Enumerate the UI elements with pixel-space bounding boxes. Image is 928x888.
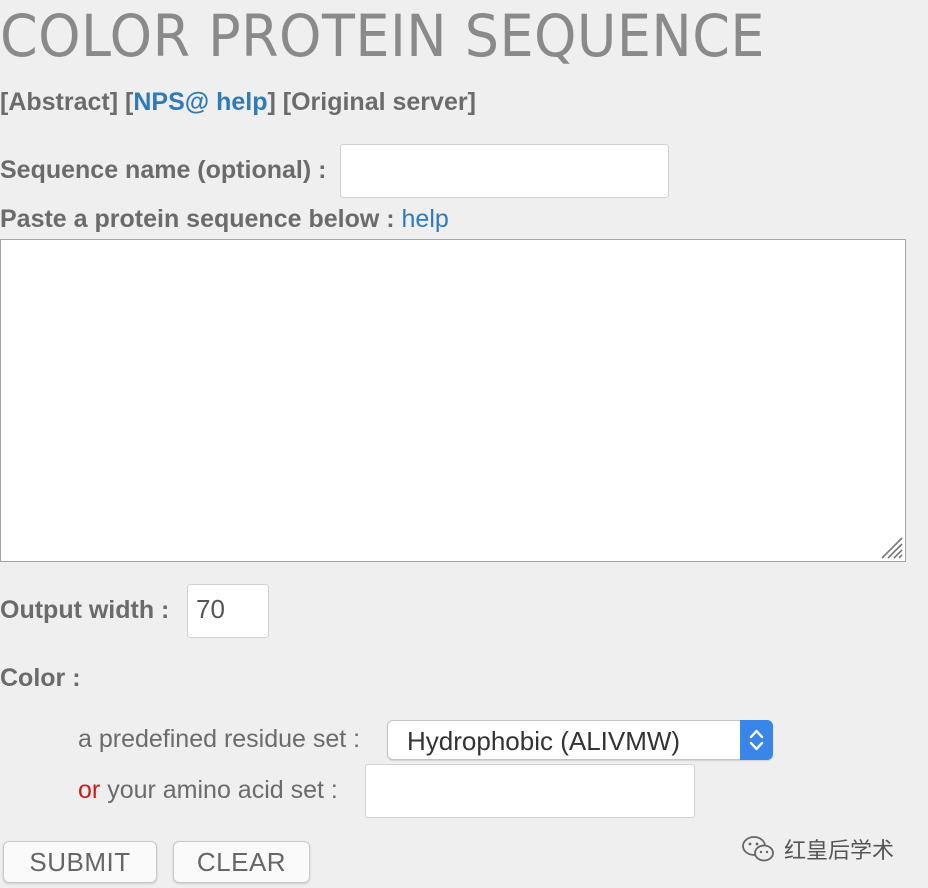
predefined-set-label: a predefined residue set : bbox=[78, 725, 361, 753]
sequence-textarea[interactable] bbox=[0, 239, 906, 562]
paste-sequence-text: Paste a protein sequence below : bbox=[0, 205, 395, 233]
output-width-label: Output width : bbox=[0, 596, 170, 624]
paste-help-link[interactable]: help bbox=[402, 205, 449, 233]
or-text: or bbox=[78, 776, 101, 804]
sequence-name-label: Sequence name (optional) : bbox=[0, 156, 327, 184]
chevron-updown-icon bbox=[749, 729, 764, 751]
sequence-name-input[interactable] bbox=[340, 144, 669, 198]
page: COLOR PROTEIN SEQUENCE [Abstract] [NPS@ … bbox=[0, 0, 928, 888]
bracket-separator: ] [ bbox=[267, 88, 292, 116]
residue-set-value: Hydrophobic (ALIVMW) bbox=[407, 726, 681, 756]
paste-sequence-label: Paste a protein sequence below : help bbox=[0, 205, 449, 234]
amino-acid-set-input[interactable] bbox=[365, 764, 695, 818]
bracket-separator: ] [ bbox=[109, 88, 134, 116]
watermark-text: 红皇后学术 bbox=[784, 838, 895, 863]
amino-acid-set-text: your amino acid set : bbox=[107, 776, 338, 804]
submit-button[interactable]: SUBMIT bbox=[3, 841, 157, 883]
select-arrows-icon[interactable] bbox=[740, 720, 773, 760]
amino-acid-set-label: or your amino acid set : bbox=[78, 776, 338, 805]
residue-set-select[interactable]: Hydrophobic (ALIVMW) bbox=[387, 720, 773, 760]
wechat-icon bbox=[742, 836, 774, 862]
header-links: [Abstract] [NPS@ help] [Original server] bbox=[0, 88, 476, 117]
page-title: COLOR PROTEIN SEQUENCE bbox=[0, 2, 765, 70]
output-width-input[interactable]: 70 bbox=[187, 584, 269, 638]
watermark: 红皇后学术 bbox=[740, 834, 894, 864]
clear-button[interactable]: CLEAR bbox=[173, 841, 310, 883]
nps-help-link[interactable]: NPS@ help bbox=[133, 88, 267, 116]
resize-grip-icon[interactable] bbox=[875, 531, 903, 559]
original-server-link[interactable]: Original server bbox=[291, 88, 467, 116]
bracket-close: ] bbox=[467, 88, 476, 116]
abstract-link[interactable]: Abstract bbox=[8, 88, 109, 116]
color-label: Color : bbox=[0, 664, 81, 692]
